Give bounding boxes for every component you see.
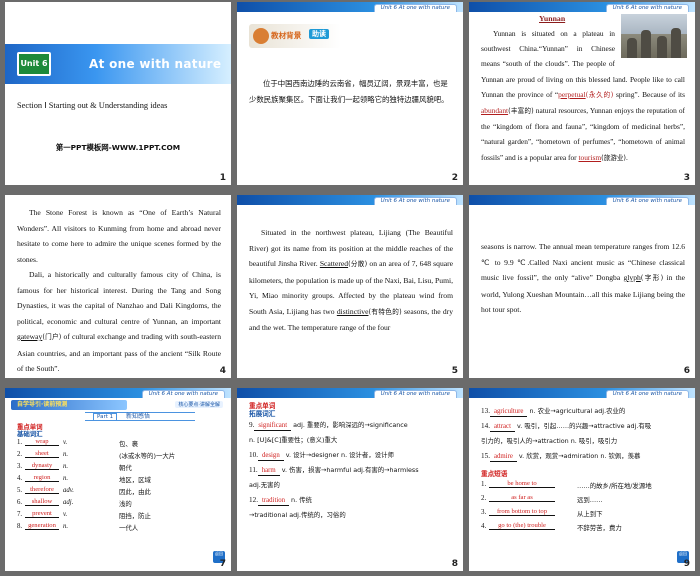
- pen-icon: [253, 28, 269, 44]
- slide-thumbnail-4[interactable]: The Stone Forest is known as “One of Ear…: [5, 195, 231, 378]
- vocab-row: 2. sheet n. (冰或水等的)一大片: [17, 450, 176, 460]
- phrase-row: 3. from bottom to top 从上到下: [481, 508, 603, 518]
- slide-number: 9: [683, 559, 690, 569]
- section-strip-label: 自学导引·读前预测: [17, 401, 68, 408]
- unit-tab: Unit 6 At one with nature: [373, 390, 457, 398]
- passage-text: The Stone Forest is known as “One of Ear…: [17, 208, 221, 373]
- vocab-row: 8. generation n. 一代人: [17, 522, 139, 532]
- slide-number: 4: [219, 366, 226, 376]
- part-name: 新知感悟: [126, 413, 151, 420]
- vocab-row: 7. prevent v. 阻挡，防止: [17, 510, 151, 520]
- slide-thumbnail-6[interactable]: Unit 6 At one with nature seasons is nar…: [469, 195, 695, 378]
- slide-number: 1: [219, 173, 226, 183]
- slide-title: At one with nature: [89, 57, 222, 71]
- slide-number: 5: [451, 366, 458, 376]
- slide-thumbnail-5[interactable]: Unit 6 At one with nature Situated in th…: [237, 195, 463, 378]
- vocab-row: 3. dynasty n. 朝代: [17, 462, 132, 472]
- unit-tab: Unit 6 At one with nature: [373, 197, 457, 205]
- passage-text: Yunnan is situated on a plateau in south…: [481, 29, 685, 162]
- vocab-entries: 13. agriculture n. 农业→agricultural adj.农业…: [481, 407, 652, 462]
- passage-text: Situated in the northwest plateau, Lijia…: [249, 228, 454, 332]
- slide-thumbnail-7[interactable]: Unit 6 At one with nature 自学导引·读前预测 核心要点…: [5, 388, 231, 571]
- slide-thumbnail-2[interactable]: Unit 6 At one with nature 教材背景 助读 位于中国西南…: [237, 2, 463, 185]
- vocab-row: 6. shallow adj. 浅的: [17, 498, 132, 508]
- vocab-row: 1. wrap v. 包、裹: [17, 438, 139, 448]
- unit-tab: Unit 6 At one with nature: [605, 390, 689, 398]
- slide-number: 8: [451, 559, 458, 569]
- subheading-extended-vocab: 拓展词汇: [249, 410, 276, 418]
- subheading-key-phrases: 重点短语: [481, 470, 508, 478]
- background-text: 位于中国西南边陲的云南省，幅员辽阔，景观丰富，也是少数民族聚集区。下面让我们一起…: [249, 79, 449, 104]
- slide-number: 3: [683, 173, 690, 183]
- slide-thumbnail-8[interactable]: Unit 6 At one with nature 重点单词 拓展词汇 9. si…: [237, 388, 463, 571]
- phrase-row: 4. go to (the) trouble 不辞劳苦，费力: [481, 522, 622, 532]
- vocab-row: 5. therefore adv. 因此，由此: [17, 486, 151, 496]
- section-title: Section Ⅰ Starting out & Understanding i…: [17, 101, 168, 110]
- vocab-row: 4. region n. 地区，区域: [17, 474, 151, 484]
- passage-text: seasons is narrow. The annual mean tempe…: [481, 242, 685, 314]
- slide-number: 6: [683, 366, 690, 376]
- right-tag: 核心要点·讲解全解: [175, 401, 223, 408]
- ppt-template-label: 第一PPT模板网-WWW.1PPT.COM: [55, 143, 181, 152]
- banner-tag: 助读: [309, 29, 329, 39]
- phrase-row: 1. be home to ……的故乡/所在地/发源地: [481, 480, 652, 490]
- slide-thumbnail-1[interactable]: Unit 6 At one with nature Section Ⅰ Star…: [5, 2, 231, 185]
- phrase-row: 2. as far as 远到……: [481, 494, 603, 504]
- passage-title: Yunnan: [539, 14, 566, 23]
- part-badge: Part 1: [93, 413, 118, 421]
- unit-tab: Unit 6 At one with nature: [605, 4, 689, 12]
- subheading-basic-vocab: 基础词汇: [17, 430, 43, 438]
- slide-thumbnail-9[interactable]: Unit 6 At one with nature 13. agriculture…: [469, 388, 695, 571]
- slide-number: 7: [219, 559, 226, 569]
- banner-label: 教材背景: [271, 31, 302, 40]
- unit-badge: Unit 6: [17, 52, 51, 76]
- unit-tab: Unit 6 At one with nature: [141, 390, 225, 398]
- slide-thumbnail-3[interactable]: Unit 6 At one with nature Yunnan Yunnan …: [469, 2, 695, 185]
- unit-tab: Unit 6 At one with nature: [605, 197, 689, 205]
- slide-number: 2: [451, 173, 458, 183]
- unit-tab: Unit 6 At one with nature: [373, 4, 457, 12]
- vocab-entries: 9. significant adj. 重要的，影响深远的→significanc…: [249, 421, 419, 519]
